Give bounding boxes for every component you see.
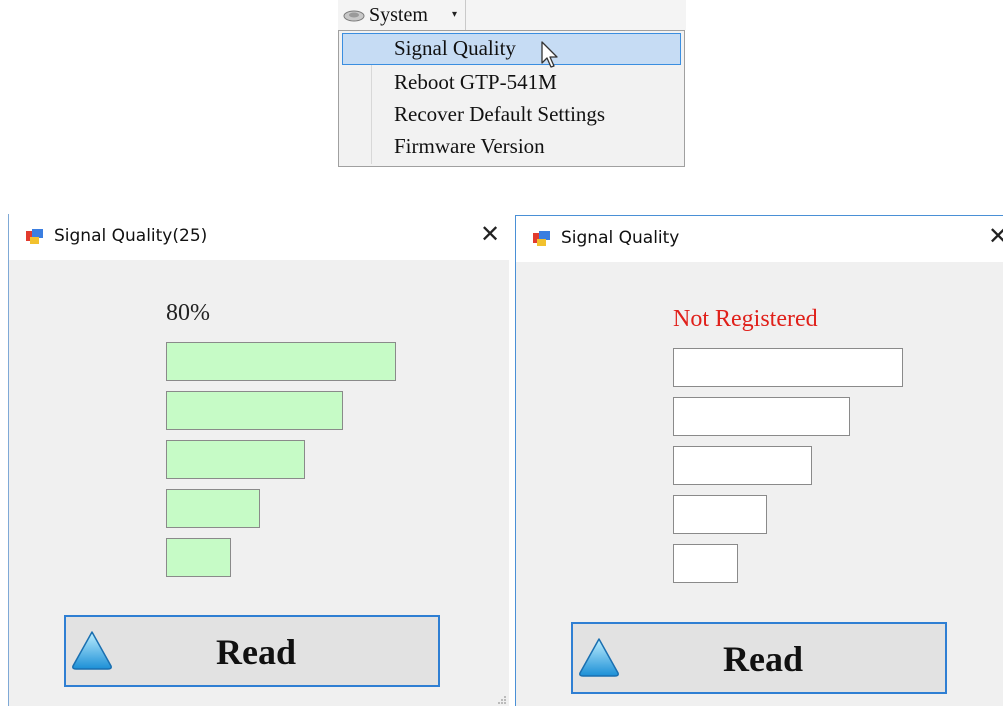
signal-bar-1 xyxy=(166,538,231,577)
close-icon[interactable]: ✕ xyxy=(988,224,1003,248)
read-button-label: Read xyxy=(216,632,296,672)
signal-value: 80% xyxy=(166,300,210,326)
menu-item-signal-quality[interactable]: Signal Quality xyxy=(342,33,681,65)
signal-status: Not Registered xyxy=(673,306,818,332)
system-menu-capture: System ▾ Signal Quality Reboot GTP-541M … xyxy=(338,0,686,170)
resize-grip-icon[interactable] xyxy=(497,692,507,710)
menu-item-firmware-version[interactable]: Firmware Version xyxy=(342,131,681,163)
signal-bar-1 xyxy=(673,544,738,583)
close-icon[interactable]: ✕ xyxy=(480,222,500,246)
read-button-label: Read xyxy=(723,639,803,679)
signal-bar-3 xyxy=(673,446,812,485)
menu-item-recover-default[interactable]: Recover Default Settings xyxy=(342,99,681,131)
signal-bar-2 xyxy=(166,489,260,528)
dialog-title: Signal Quality(25) xyxy=(54,226,208,246)
read-button[interactable]: Read xyxy=(571,622,947,694)
dropdown-arrow-icon: ▾ xyxy=(452,9,458,20)
signal-bar-5 xyxy=(166,342,396,381)
signal-bar-2 xyxy=(673,495,767,534)
dialog-titlebar: Signal Quality(25) ✕ xyxy=(9,214,509,260)
signal-bar-3 xyxy=(166,440,305,479)
menubar-item-label: System xyxy=(369,4,428,26)
cursor-icon xyxy=(541,41,559,74)
signal-bar-4 xyxy=(673,397,850,436)
system-icon xyxy=(343,9,365,27)
menubar: System ▾ xyxy=(338,0,686,30)
menubar-item-system[interactable]: System ▾ xyxy=(338,0,466,30)
read-button[interactable]: Read xyxy=(64,615,440,687)
dialog-titlebar: Signal Quality ✕ xyxy=(516,216,1003,262)
signal-bar-4 xyxy=(166,391,343,430)
dialog-title: Signal Quality xyxy=(561,228,680,248)
signal-quality-dialog-registered: Signal Quality(25) ✕ 80% Read xyxy=(8,214,509,706)
signal-quality-dialog-not-registered: Signal Quality ✕ Not Registered Read xyxy=(515,215,1003,706)
menu-item-reboot[interactable]: Reboot GTP-541M xyxy=(342,67,681,99)
dropdown-menu: Signal Quality Reboot GTP-541M Recover D… xyxy=(338,30,685,167)
signal-bar-5 xyxy=(673,348,903,387)
app-icon xyxy=(533,231,551,247)
app-icon xyxy=(26,229,44,245)
